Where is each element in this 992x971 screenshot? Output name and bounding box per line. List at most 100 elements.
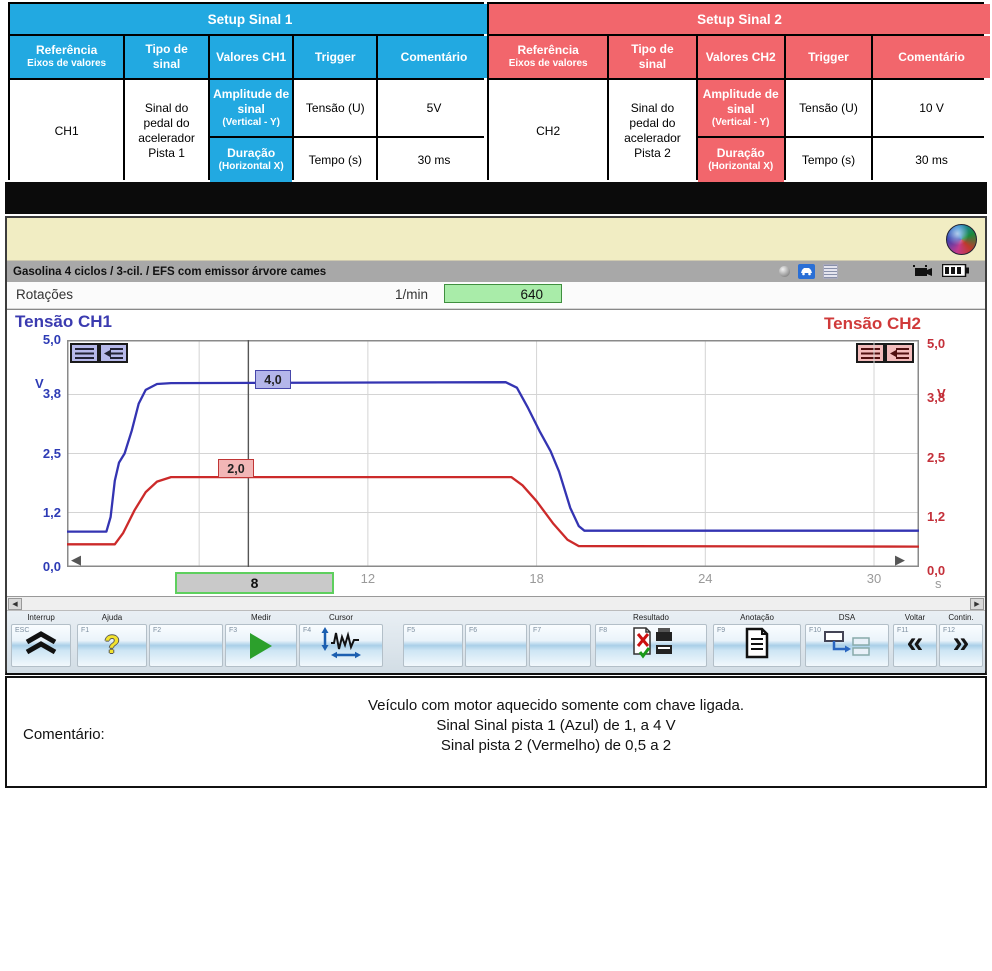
table2-row2-label: Duração (Horizontal X) <box>698 138 784 182</box>
table1-header-referencia: Referência Eixos de valores <box>10 36 123 78</box>
table1-header-comentario: Comentário <box>378 36 490 78</box>
table1-trigger-value: CH1 <box>10 80 123 182</box>
table1-row1-valor: 5V <box>378 80 490 136</box>
table2-header-comentario: Comentário <box>873 36 990 78</box>
dsa-button[interactable]: F10 <box>805 624 889 667</box>
rotations-value: 640 <box>444 284 562 303</box>
play-icon <box>250 633 272 659</box>
continue-button[interactable]: F12 » <box>939 624 983 667</box>
f5-button[interactable]: F5 <box>403 624 463 667</box>
horizontal-scrollbar[interactable]: ◀ ▶ <box>7 596 985 611</box>
camera-icon <box>912 264 934 280</box>
help-button[interactable]: F1 ? <box>77 624 147 667</box>
vehicle-icon <box>798 264 815 279</box>
vehicle-description: Gasolina 4 ciclos / 3-cil. / EFS com emi… <box>13 266 326 278</box>
table2-header-tipo: Tipo de sinal <box>609 36 695 78</box>
table2-row1-label: Amplitude de sinal (Vertical - Y) <box>698 80 784 136</box>
setup-tables: Setup Sinal 1 Referência Eixos de valore… <box>8 2 984 180</box>
comment-line: Veículo com motor aquecido somente com c… <box>157 696 955 716</box>
y-tick-label-right: 2,5 <box>927 450 967 465</box>
table1-row2-valor: 30 ms <box>378 138 490 182</box>
plot-area <box>67 340 919 572</box>
annotation-document-icon <box>744 627 770 664</box>
fsa-window: Gasolina 4 ciclos / 3-cil. / EFS com emi… <box>5 216 987 675</box>
comment-line: Sinal Sinal pista 1 (Azul) de 1, a 4 V <box>157 716 955 736</box>
rotations-unit: 1/min <box>395 287 428 302</box>
help-icon: ? <box>104 631 119 660</box>
scroll-left-button[interactable]: ◀ <box>8 598 22 610</box>
measure-button[interactable]: F3 <box>225 624 297 667</box>
back-icon: « <box>907 628 924 658</box>
series-ch2 <box>67 477 919 546</box>
f6-button[interactable]: F6 <box>465 624 527 667</box>
y-tick-label-right: 0,0 <box>927 563 967 578</box>
table2-row1-tipo: Tensão (U) <box>786 80 871 136</box>
y-tick-label-right: 5,0 <box>927 336 967 351</box>
rotations-label: Rotações <box>16 287 73 302</box>
interrupt-button[interactable]: ESC <box>11 624 71 667</box>
table1-title: Setup Sinal 1 <box>10 4 490 34</box>
setup-table-2: Setup Sinal 2 Referência Eixos de valore… <box>487 2 984 180</box>
y-tick-label-left: 3,8 <box>21 386 61 401</box>
result-group-label: Resultado <box>595 613 707 624</box>
annotation-button[interactable]: F9 <box>713 624 801 667</box>
y-tick-label-left: 5,0 <box>21 332 61 347</box>
table2-comment-value: Sinal do pedal do acelerador Pista 2 <box>609 80 695 182</box>
fsa-header-bar <box>7 218 985 261</box>
back-button[interactable]: F11 « <box>893 624 937 667</box>
cursor-waveform-icon <box>315 627 367 664</box>
interrupt-chevrons-icon <box>23 631 59 660</box>
f7-button[interactable]: F7 <box>529 624 591 667</box>
continue-icon: » <box>953 628 970 658</box>
f2-button[interactable]: F2 <box>149 624 223 667</box>
table1-header-tipo: Tipo de sinal <box>125 36 208 78</box>
measure-group-label: Medir <box>225 613 297 624</box>
table1-row1-tipo: Tensão (U) <box>294 80 376 136</box>
x-tick-label: 30 <box>859 571 889 586</box>
table1-header-valores: Valores CH1 <box>210 36 293 78</box>
table1-header-trigger: Trigger <box>294 36 376 78</box>
table2-header-trigger: Trigger <box>786 36 871 78</box>
table1-row2-tipo: Tempo (s) <box>294 138 376 182</box>
x-tick-label: 12 <box>353 571 383 586</box>
table2-trigger-value: CH2 <box>489 80 607 182</box>
scroll-right-button[interactable]: ▶ <box>970 598 984 610</box>
dsa-flowchart-icon <box>821 628 873 663</box>
setup-table-1: Setup Sinal 1 Referência Eixos de valore… <box>8 2 484 180</box>
connection-ball-icon <box>779 266 790 277</box>
ch2-zero-marker-icon: ▶ <box>895 552 905 568</box>
table1-comment-value: Sinal do pedal do acelerador Pista 1 <box>125 80 208 182</box>
result-document-icon <box>626 626 676 665</box>
y-tick-label-left: 2,5 <box>21 446 61 461</box>
interrupt-group-label: Interrup <box>11 613 71 624</box>
series-ch1 <box>67 382 919 531</box>
comment-line: Sinal pista 2 (Vermelho) de 0,5 a 2 <box>157 736 955 756</box>
ch2-title: Tensão CH2 <box>824 314 921 334</box>
comment-box: Comentário: Veículo com motor aquecido s… <box>5 676 987 788</box>
y-tick-label-left: 1,2 <box>21 505 61 520</box>
battery-icon <box>942 264 969 280</box>
table1-row2-label: Duração (Horizontal X) <box>210 138 293 182</box>
brand-globe-icon <box>946 224 977 255</box>
fsa-toolbar: Interrup ESC Ajuda F1 ? F2 <box>7 611 985 673</box>
cursor-button[interactable]: F4 <box>299 624 383 667</box>
fsa-status-bar: Gasolina 4 ciclos / 3-cil. / EFS com emi… <box>7 261 985 282</box>
result-button[interactable]: F8 <box>595 624 707 667</box>
page: Setup Sinal 1 Referência Eixos de valore… <box>0 0 992 971</box>
divider-bar <box>5 182 987 214</box>
x-unit: s <box>935 576 942 591</box>
back-group-label: Voltar <box>893 613 937 624</box>
continue-group-label: Contin. <box>939 613 983 624</box>
y-tick-label-right: 1,2 <box>927 509 967 524</box>
help-group-label: Ajuda <box>77 613 147 624</box>
table2-title: Setup Sinal 2 <box>489 4 990 34</box>
table1-row1-label: Amplitude de sinal (Vertical - Y) <box>210 80 293 136</box>
cursor-time-readout: 8 <box>175 572 334 594</box>
y-tick-label-right: 3,8 <box>927 390 967 405</box>
rotations-row: Rotações 1/min 640 <box>7 282 985 309</box>
y-tick-label-left: 0,0 <box>21 559 61 574</box>
annotation-group-label: Anotação <box>713 613 801 624</box>
ch1-zero-marker-icon: ◀ <box>71 552 81 568</box>
x-tick-label: 18 <box>522 571 552 586</box>
status-icons <box>779 264 979 280</box>
